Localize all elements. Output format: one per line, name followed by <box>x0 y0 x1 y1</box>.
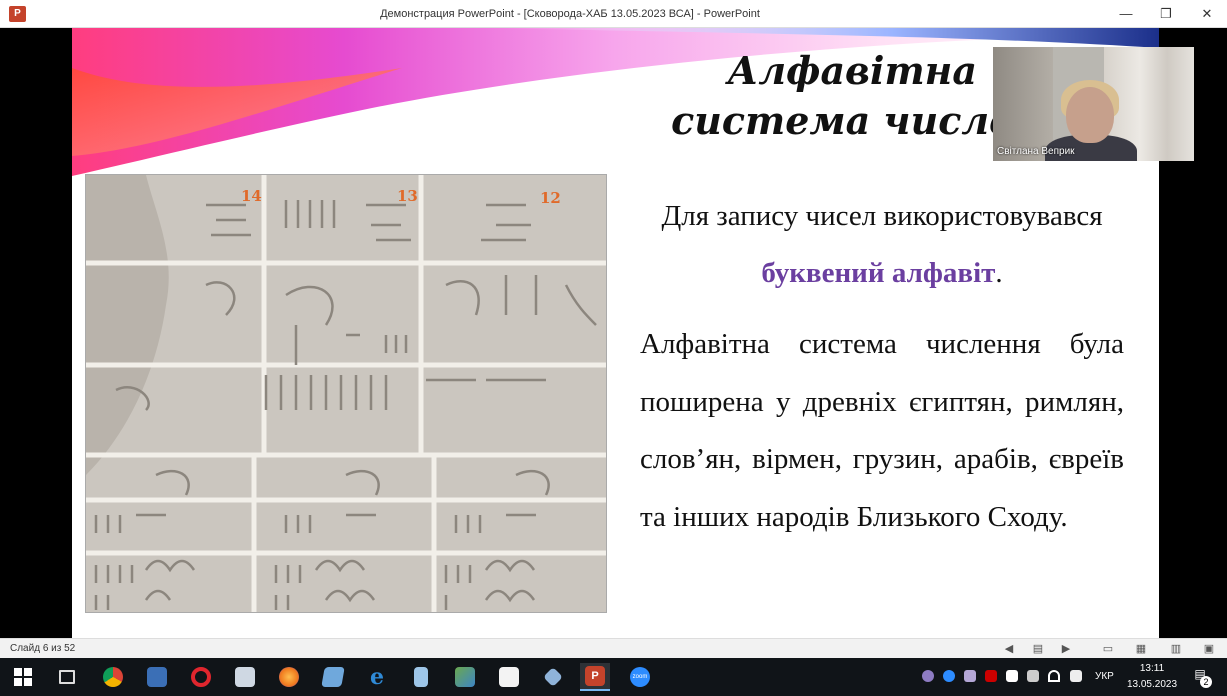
opera-taskbar-button[interactable] <box>186 663 216 691</box>
windows-logo-icon <box>14 668 32 686</box>
tray-zoom-icon[interactable] <box>943 670 955 682</box>
files-icon <box>499 667 519 687</box>
notepad-icon <box>414 667 428 687</box>
clock-date: 13.05.2023 <box>1126 679 1178 690</box>
clock-time: 13:11 <box>1139 663 1165 674</box>
network-taskbar-button[interactable] <box>450 663 480 691</box>
zoom-icon: zoom <box>630 667 650 687</box>
internet-explorer-icon: e <box>370 664 384 690</box>
slideshow-view-icon[interactable]: ▣ <box>1201 641 1217 657</box>
windows-taskbar: e P zoom УКР 13:11 13.05.2023 ▤ 2 <box>0 658 1227 696</box>
task-view-button[interactable] <box>52 663 82 691</box>
slide-paragraph-1: Для запису чисел використовувався буквен… <box>640 188 1124 302</box>
next-slide-icon[interactable]: ▶ <box>1058 641 1074 657</box>
p1-accent-text: буквений алфавіт <box>761 257 996 289</box>
tray-pen-icon[interactable] <box>964 670 976 682</box>
mail-icon <box>235 667 255 687</box>
window-title: Демонстрация PowerPoint - [Сковорода-ХАБ… <box>380 8 760 20</box>
slideshow-statusbar: Слайд 6 из 52 ◀ ▤ ▶ ▭ ▦ ▥ ▣ <box>0 638 1227 658</box>
tray-app-icon[interactable] <box>922 670 934 682</box>
powerpoint-icon: P <box>585 666 605 686</box>
save-taskbar-button[interactable] <box>142 663 172 691</box>
video-background-left <box>993 47 1053 161</box>
chrome-icon <box>103 667 123 687</box>
video-participant-tile[interactable]: Світлана Веприк <box>993 47 1194 161</box>
network-icon <box>455 667 475 687</box>
zoom-taskbar-button[interactable]: zoom <box>625 663 655 691</box>
task-view-icon <box>59 670 75 684</box>
language-indicator[interactable]: УКР <box>1095 658 1114 696</box>
files-taskbar-button[interactable] <box>494 663 524 691</box>
reading-view-icon[interactable]: ▥ <box>1168 641 1184 657</box>
tray-security-icon[interactable] <box>1006 670 1018 682</box>
notebook-taskbar-button[interactable] <box>318 663 348 691</box>
volume-icon[interactable] <box>1070 670 1082 682</box>
firefox-taskbar-button[interactable] <box>274 663 304 691</box>
slide-sorter-icon[interactable]: ▦ <box>1133 641 1149 657</box>
photo-label-12: 12 <box>540 189 561 207</box>
notepad-taskbar-button[interactable] <box>406 663 436 691</box>
opera-icon <box>191 667 211 687</box>
tools-icon <box>543 667 563 687</box>
close-button[interactable]: ✕ <box>1187 0 1227 28</box>
photo-label-14: 14 <box>241 187 262 205</box>
participant-face <box>1066 87 1114 143</box>
battery-icon[interactable] <box>1027 670 1039 682</box>
normal-view-icon[interactable]: ▭ <box>1100 641 1116 657</box>
tools-taskbar-button[interactable] <box>538 663 568 691</box>
ie-taskbar-button[interactable]: e <box>362 663 392 691</box>
window-titlebar: P Демонстрация PowerPoint - [Сковорода-Х… <box>0 0 1227 28</box>
participant-name: Світлана Веприк <box>997 146 1075 157</box>
notebook-icon <box>321 667 345 687</box>
wifi-icon[interactable] <box>1048 670 1060 682</box>
floppy-disk-icon <box>147 667 167 687</box>
hieroglyph-stone-photo: 14 13 12 <box>85 174 607 613</box>
notification-count-badge: 2 <box>1200 676 1212 688</box>
restore-button[interactable]: ❐ <box>1146 0 1186 28</box>
powerpoint-taskbar-button[interactable]: P <box>580 663 610 691</box>
system-clock[interactable]: 13:11 13.05.2023 <box>1122 661 1182 693</box>
minimize-button[interactable]: — <box>1106 0 1146 28</box>
slide-menu-icon[interactable]: ▤ <box>1030 641 1046 657</box>
firefox-icon <box>279 667 299 687</box>
previous-slide-icon[interactable]: ◀ <box>1001 641 1017 657</box>
photo-label-13: 13 <box>397 187 418 205</box>
p1-end: . <box>995 257 1003 289</box>
p1-text: Для запису чисел використовувався <box>661 200 1103 232</box>
stone-carving-illustration <box>86 175 606 612</box>
slide-counter: Слайд 6 из 52 <box>10 643 76 654</box>
chrome-taskbar-button[interactable] <box>98 663 128 691</box>
mail-taskbar-button[interactable] <box>230 663 260 691</box>
tray-antivirus-icon[interactable] <box>985 670 997 682</box>
slide-body: Для запису чисел використовувався буквен… <box>640 188 1124 546</box>
slide-paragraph-2: Алфавітна система числення була поширена… <box>640 328 1124 533</box>
start-button[interactable] <box>8 663 38 691</box>
